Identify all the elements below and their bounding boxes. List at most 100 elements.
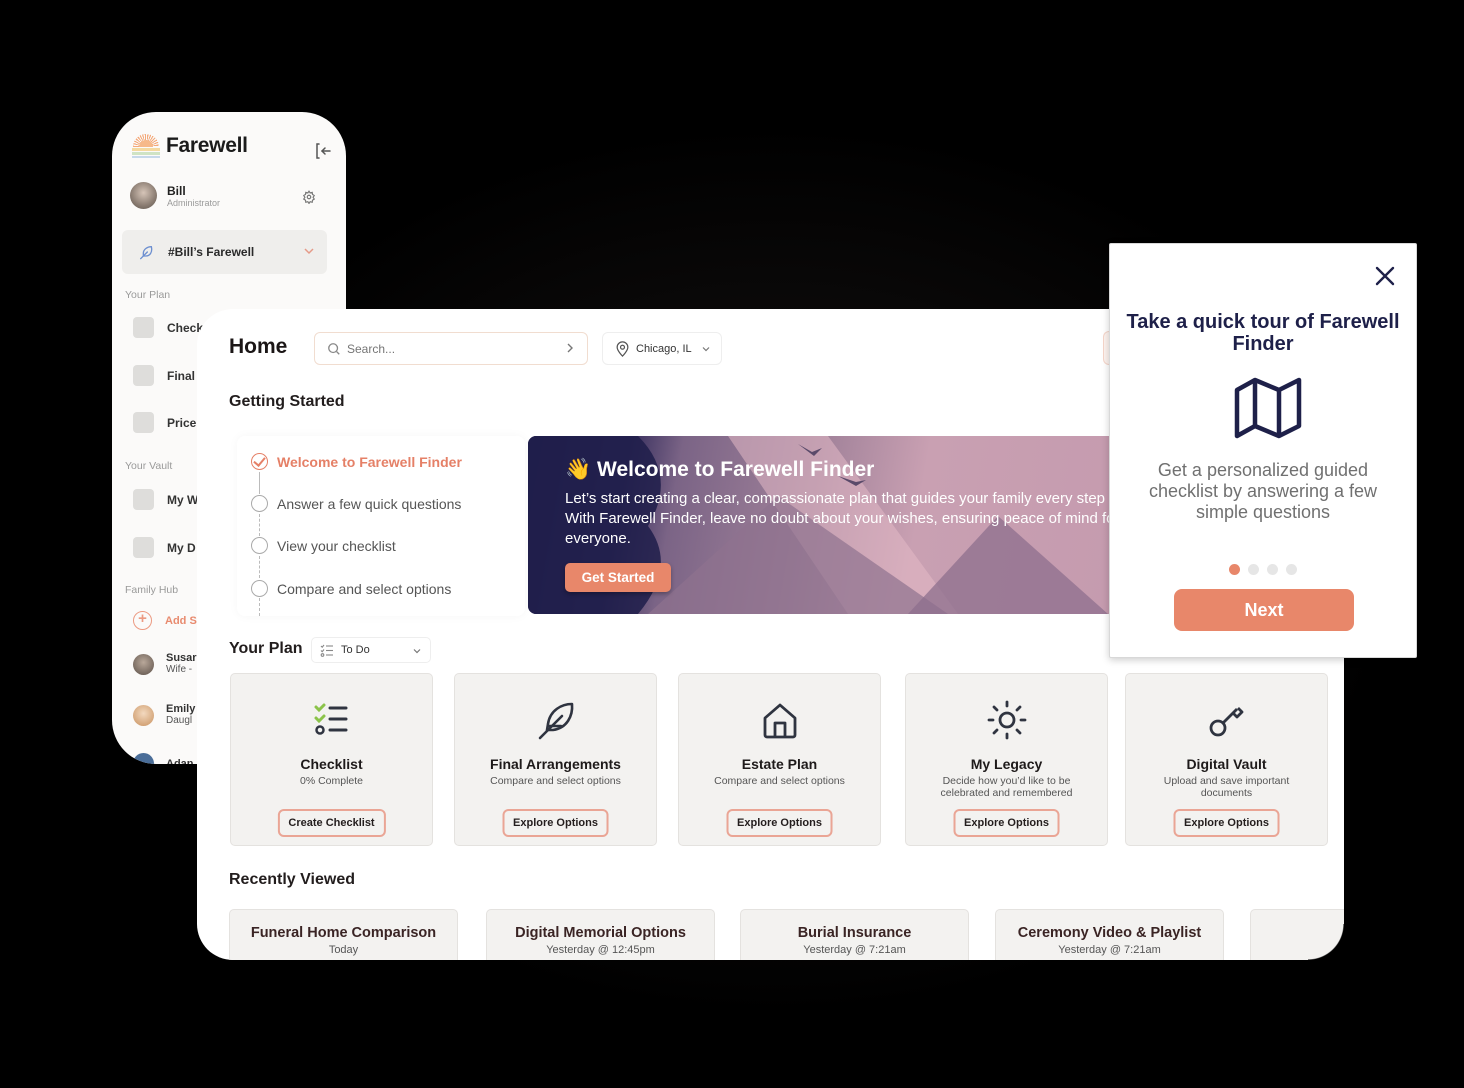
family-member[interactable]: Emily Daugl: [133, 703, 195, 727]
avatar: [133, 753, 154, 764]
step-connector: [259, 556, 260, 578]
pagination-dot[interactable]: [1248, 564, 1259, 575]
step-label: Welcome to Farewell Finder: [277, 453, 462, 470]
explore-options-button[interactable]: Explore Options: [1173, 809, 1280, 837]
recent-item-time: Yest: [1251, 944, 1344, 956]
recent-item-time: Today: [328, 944, 359, 956]
sidebar-item-label: My D: [167, 540, 196, 555]
explore-options-button[interactable]: Explore Options: [502, 809, 609, 837]
section-your-plan: Your Plan: [125, 289, 171, 301]
card-title: Digital Vault: [1186, 756, 1267, 772]
waving-hand-icon: 👋: [565, 458, 592, 481]
family-member[interactable]: Susar Wife -: [133, 652, 197, 676]
recent-item-title: Lorem: [1251, 925, 1344, 941]
section-your-vault: Your Vault: [125, 460, 173, 472]
step-welcome[interactable]: Welcome to Farewell Finder: [251, 453, 462, 470]
empty-circle-icon: [251, 495, 268, 512]
list-filter-icon: [320, 644, 333, 657]
user-name: Bill: [167, 183, 186, 198]
chevron-right-icon[interactable]: [565, 342, 575, 354]
member-relation: Wife -: [166, 664, 193, 675]
recently-viewed-title: Recently Viewed: [229, 871, 355, 888]
plan-card-final-arrangements[interactable]: Final Arrangements Compare and select op…: [454, 673, 657, 846]
tour-pagination: [1110, 564, 1416, 575]
recent-item[interactable]: Funeral Home Comparison Today: [229, 909, 458, 960]
search-input[interactable]: [347, 341, 547, 356]
close-icon[interactable]: [1374, 265, 1396, 287]
recent-item[interactable]: Lorem Yest: [1250, 909, 1344, 960]
sidebar-item-final-arrangements[interactable]: Final .: [133, 365, 202, 386]
getting-started-title: Getting Started: [229, 393, 345, 410]
sidebar-item-price[interactable]: Price :: [133, 412, 204, 433]
member-relation: Daugl: [166, 715, 193, 726]
item-icon-placeholder: [133, 317, 154, 338]
sidebar-item-my-documents[interactable]: My D: [133, 537, 196, 558]
recent-item[interactable]: Digital Memorial Options Yesterday @ 12:4…: [486, 909, 715, 960]
your-plan-title: Your Plan: [229, 640, 303, 657]
recent-item-title: Burial Insurance: [797, 925, 912, 941]
recent-item-title: Ceremony Video & Playlist: [1017, 925, 1202, 941]
page-title: Home: [229, 335, 288, 358]
card-subtitle: Upload and save important documents: [1163, 775, 1290, 799]
banner-title-text: Welcome to Farewell Finder: [597, 458, 875, 481]
card-title: Estate Plan: [741, 756, 818, 772]
step-questions[interactable]: Answer a few quick questions: [251, 495, 461, 512]
recent-item[interactable]: Burial Insurance Yesterday @ 7:21am: [740, 909, 969, 960]
section-family-hub: Family Hub: [125, 584, 179, 596]
step-checklist[interactable]: View your checklist: [251, 537, 396, 554]
logo-text: Farewell: [166, 134, 248, 157]
plan-card-checklist[interactable]: Checklist 0% Complete Create Checklist: [230, 673, 433, 846]
sidebar-item-my-wishes[interactable]: My W: [133, 489, 198, 510]
banner-text: Let’s start creating a clear, compassion…: [565, 490, 1148, 547]
tour-title: Take a quick tour of Farewell Finder: [1126, 311, 1400, 355]
explore-options-button[interactable]: Explore Options: [726, 809, 833, 837]
step-label: Answer a few quick questions: [277, 495, 462, 512]
step-connector: [259, 472, 260, 494]
logout-icon[interactable]: [314, 142, 332, 160]
avatar: [133, 653, 154, 675]
house-icon: [763, 703, 796, 739]
chevron-down-icon: [413, 649, 421, 654]
checklist-icon: [314, 703, 347, 735]
location-label: Chicago, IL: [636, 342, 692, 355]
plan-filter-dropdown[interactable]: To Do: [311, 637, 431, 663]
family-member[interactable]: Adan: [133, 753, 194, 764]
user-profile[interactable]: Bill Administrator: [130, 182, 220, 209]
add-member-button[interactable]: + Add S: [133, 611, 197, 630]
project-label: #Bill’s Farewell: [168, 245, 255, 259]
search-bar[interactable]: [314, 332, 588, 365]
plan-card-estate-plan[interactable]: Estate Plan Compare and select options E…: [678, 673, 881, 846]
step-compare[interactable]: Compare and select options: [251, 580, 451, 597]
sidebar-item-checklist[interactable]: Check: [133, 317, 203, 338]
card-title: My Legacy: [970, 756, 1043, 772]
step-label: Compare and select options: [277, 580, 452, 597]
sunrise-logo-icon: [132, 134, 160, 158]
pagination-dot[interactable]: [1286, 564, 1297, 575]
tour-popup: Take a quick tour of Farewell Finder Get…: [1109, 243, 1417, 658]
next-button[interactable]: Next: [1174, 589, 1354, 631]
feather-icon: [538, 702, 573, 740]
recent-item-time: Yesterday @ 7:21am: [1058, 944, 1161, 956]
map-icon: [1234, 377, 1302, 439]
explore-options-button[interactable]: Explore Options: [953, 809, 1060, 837]
item-icon-placeholder: [133, 412, 154, 433]
gear-icon[interactable]: [302, 190, 316, 204]
location-selector[interactable]: Chicago, IL: [602, 332, 722, 365]
project-selector[interactable]: #Bill’s Farewell: [122, 230, 327, 274]
user-role: Administrator: [167, 197, 221, 208]
step-label: View your checklist: [277, 537, 396, 554]
get-started-button[interactable]: Get Started: [565, 563, 671, 592]
recent-item[interactable]: Ceremony Video & Playlist Yesterday @ 7:2…: [995, 909, 1224, 960]
plus-icon: +: [133, 611, 152, 630]
card-subtitle: Decide how you’d like to be celebrated a…: [940, 775, 1073, 799]
logo[interactable]: Farewell: [132, 134, 248, 158]
avatar: [133, 704, 154, 726]
add-member-label: Add S: [165, 614, 197, 627]
step-connector: [259, 514, 260, 536]
plan-card-digital-vault[interactable]: Digital Vault Upload and save important …: [1125, 673, 1328, 846]
plan-card-my-legacy[interactable]: My Legacy Decide how you’d like to be ce…: [905, 673, 1108, 846]
pagination-dot[interactable]: [1267, 564, 1278, 575]
pagination-dot-active[interactable]: [1229, 564, 1240, 575]
create-checklist-button[interactable]: Create Checklist: [277, 809, 386, 837]
step-connector: [259, 598, 260, 616]
